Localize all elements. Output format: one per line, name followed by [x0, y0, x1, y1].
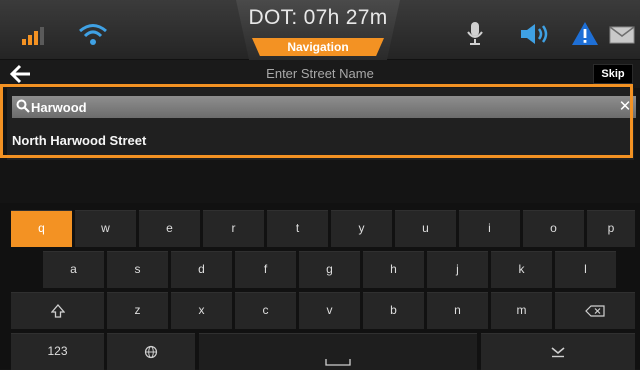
- backspace-key[interactable]: [555, 292, 635, 329]
- key-j[interactable]: j: [427, 251, 488, 288]
- volume-icon[interactable]: [520, 24, 548, 44]
- key-k[interactable]: k: [491, 251, 552, 288]
- key-m[interactable]: m: [491, 292, 552, 329]
- key-n[interactable]: n: [427, 292, 488, 329]
- microphone-icon[interactable]: [467, 22, 483, 46]
- key-z[interactable]: z: [107, 292, 168, 329]
- numbers-key[interactable]: 123: [11, 333, 104, 370]
- shift-key[interactable]: [11, 292, 104, 329]
- key-s[interactable]: s: [107, 251, 168, 288]
- mail-icon[interactable]: [609, 26, 635, 44]
- key-t[interactable]: t: [267, 210, 328, 247]
- shift-icon: [50, 303, 65, 318]
- key-a[interactable]: a: [43, 251, 104, 288]
- suggestion-item[interactable]: North Harwood Street: [12, 133, 612, 153]
- key-h[interactable]: h: [363, 251, 424, 288]
- key-r[interactable]: r: [203, 210, 264, 247]
- clear-icon[interactable]: ✕: [616, 96, 634, 118]
- key-v[interactable]: v: [299, 292, 360, 329]
- space-icon: [325, 359, 351, 366]
- signal-icon: [22, 27, 44, 45]
- key-o[interactable]: o: [523, 210, 584, 247]
- key-f[interactable]: f: [235, 251, 296, 288]
- backspace-icon: [585, 305, 605, 317]
- key-p[interactable]: p: [587, 210, 635, 247]
- search-icon: [16, 99, 30, 113]
- key-g[interactable]: g: [299, 251, 360, 288]
- hide-keyboard-key[interactable]: [481, 333, 635, 370]
- key-b[interactable]: b: [363, 292, 424, 329]
- wifi-icon: [79, 24, 107, 45]
- street-search-input[interactable]: [31, 97, 591, 117]
- key-y[interactable]: y: [331, 210, 392, 247]
- globe-icon: [144, 345, 158, 358]
- key-x[interactable]: x: [171, 292, 232, 329]
- key-c[interactable]: c: [235, 292, 296, 329]
- key-i[interactable]: i: [459, 210, 520, 247]
- key-w[interactable]: w: [75, 210, 136, 247]
- space-key[interactable]: [199, 333, 477, 370]
- key-l[interactable]: l: [555, 251, 616, 288]
- on-screen-keyboard: q w e r t y u i o p a s d f g h j k l z …: [0, 203, 640, 370]
- language-key[interactable]: [107, 333, 195, 370]
- key-d[interactable]: d: [171, 251, 232, 288]
- key-q[interactable]: q: [11, 210, 72, 247]
- mode-badge: Navigation: [252, 38, 384, 56]
- page-title: Enter Street Name: [266, 66, 374, 81]
- dot-time: DOT: 07h 27m: [248, 6, 388, 29]
- skip-button[interactable]: Skip: [593, 64, 633, 84]
- hide-keyboard-icon: [551, 347, 565, 358]
- key-u[interactable]: u: [395, 210, 456, 247]
- alert-icon[interactable]: [572, 22, 598, 45]
- key-e[interactable]: e: [139, 210, 200, 247]
